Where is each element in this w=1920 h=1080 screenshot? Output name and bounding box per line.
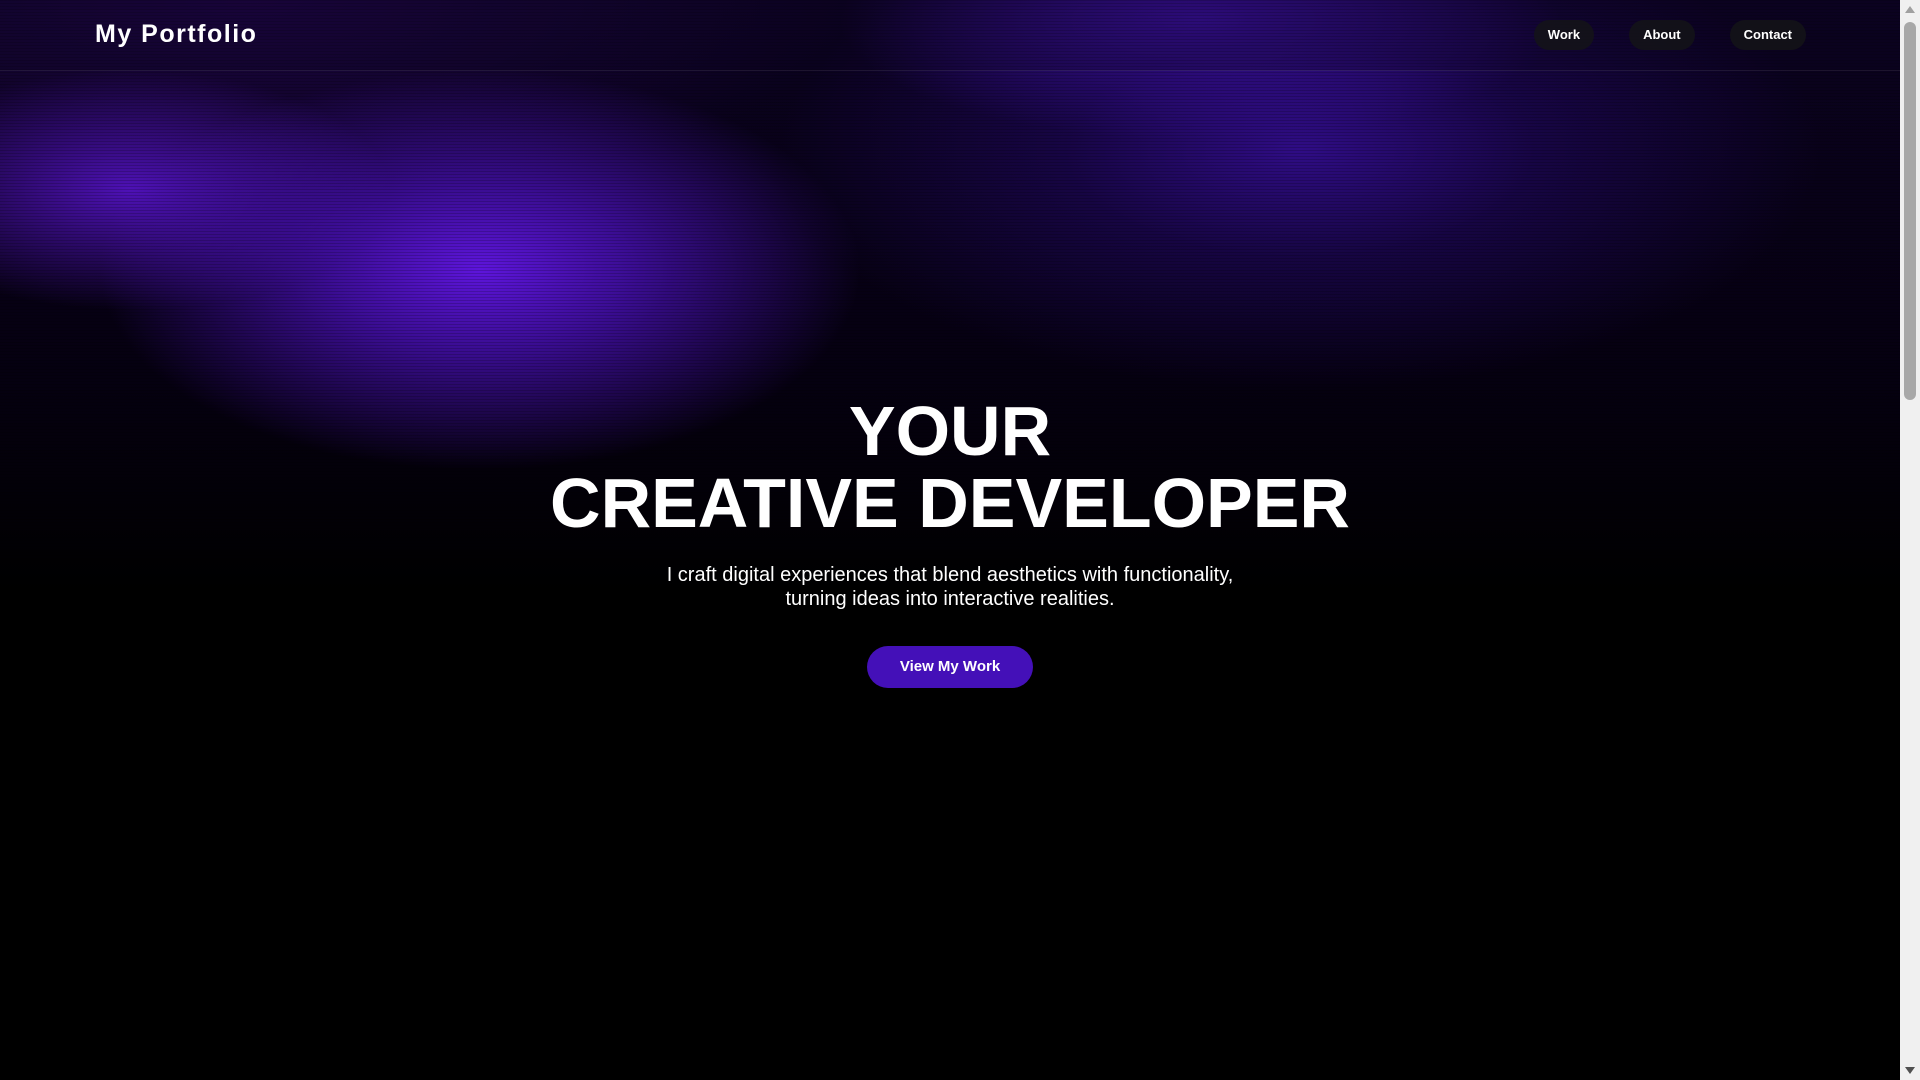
- nav-item-work[interactable]: Work: [1533, 20, 1595, 50]
- nav-item-about[interactable]: About: [1629, 20, 1695, 50]
- hero-title-line-2: CREATIVE DEVELOPER: [550, 464, 1350, 542]
- scrollbar-thumb[interactable]: [1904, 22, 1916, 400]
- hero-subtitle-line-1: I craft digital experiences that blend a…: [666, 564, 1234, 586]
- main-nav: Work About Contact: [1533, 20, 1806, 50]
- page-viewport: My Portfolio Work About Contact YOUR CRE…: [0, 0, 1900, 1080]
- hero-title-line-1: YOUR: [848, 392, 1052, 470]
- site-header: My Portfolio Work About Contact: [0, 0, 1900, 71]
- site-logo[interactable]: My Portfolio: [95, 20, 257, 49]
- hero-subtitle-line-2: turning ideas into interactive realities…: [785, 588, 1115, 610]
- scroll-up-arrow-icon[interactable]: [1905, 6, 1915, 13]
- view-my-work-button[interactable]: View My Work: [866, 646, 1034, 688]
- hero-section: YOUR CREATIVE DEVELOPER I craft digital …: [0, 395, 1900, 688]
- hero-subtitle: I craft digital experiences that blend a…: [0, 563, 1900, 611]
- scroll-down-arrow-icon[interactable]: [1905, 1067, 1915, 1074]
- hero-title: YOUR CREATIVE DEVELOPER: [0, 395, 1900, 539]
- vertical-scrollbar[interactable]: [1900, 0, 1920, 1080]
- nav-item-contact[interactable]: Contact: [1729, 20, 1806, 50]
